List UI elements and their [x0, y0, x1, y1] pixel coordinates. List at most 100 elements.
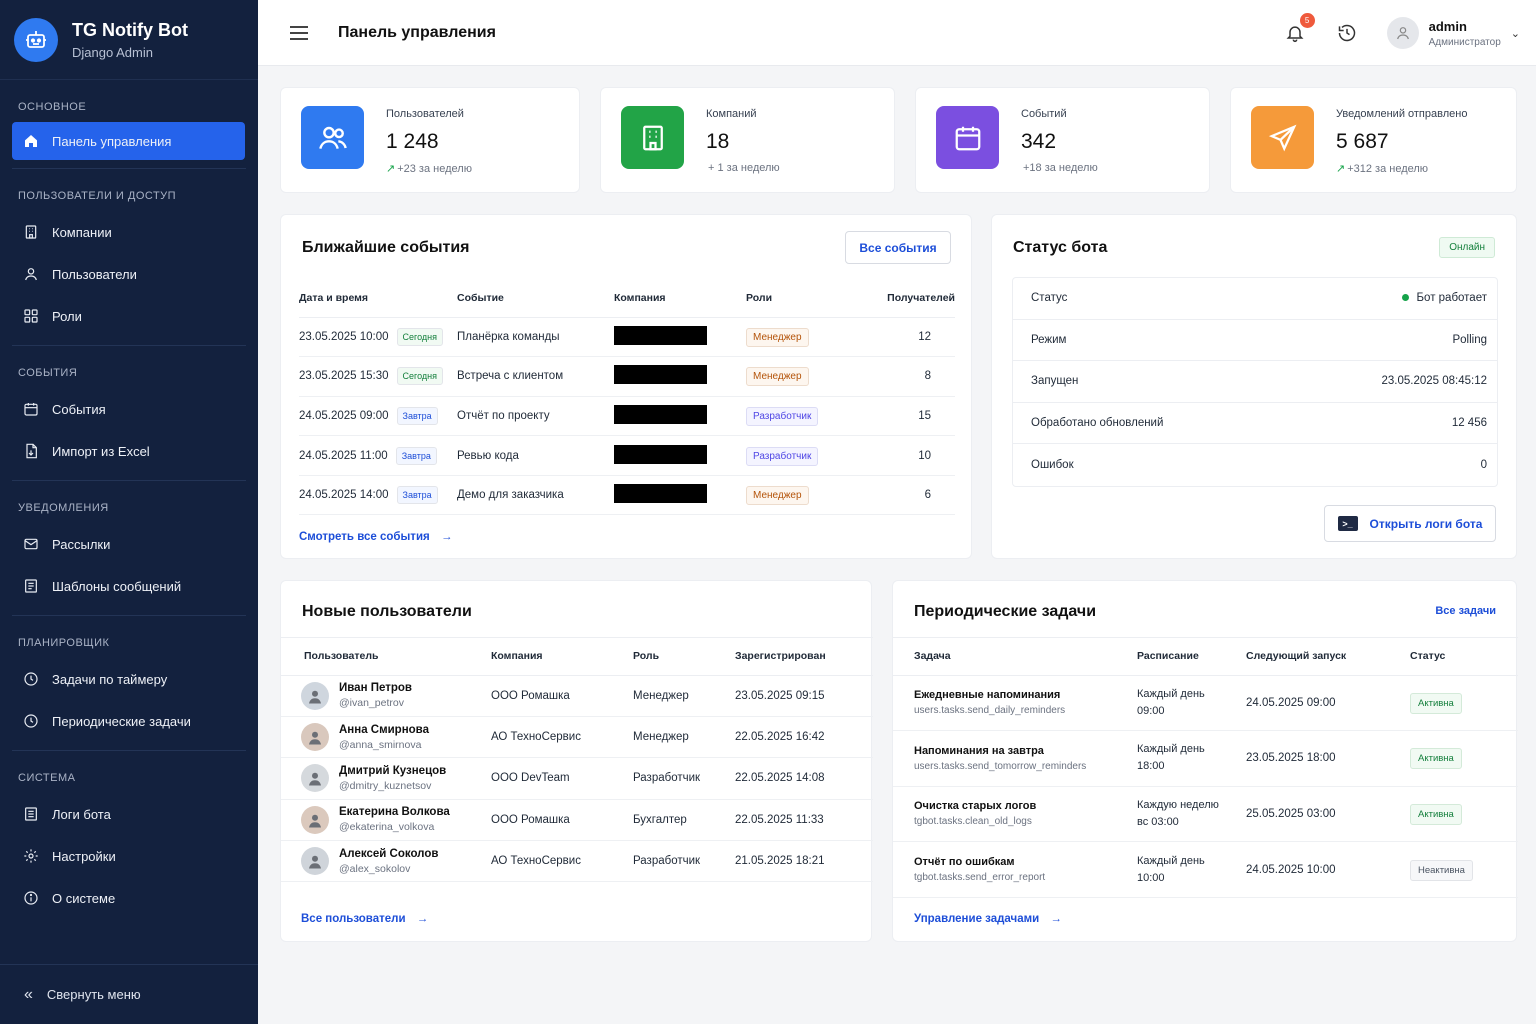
event-company-cell [614, 475, 746, 516]
task-schedule-time: 18:00 [1137, 760, 1165, 773]
all-tasks-link[interactable]: Все задачи [1435, 605, 1496, 617]
table-row[interactable]: Анна Смирнова @anna_smirnova АО ТехноСерв… [281, 716, 873, 759]
task-schedule-cell: Каждый день 10:00 [1137, 841, 1246, 898]
role-badge: Менеджер [746, 486, 809, 506]
all-users-link[interactable]: Все пользователи → [301, 913, 428, 925]
nav-section-title: ОСНОВНОЕ [18, 101, 87, 113]
user-avatar[interactable] [1386, 17, 1419, 49]
brand[interactable]: TG Notify Bot Django Admin [0, 0, 258, 80]
task-schedule-time: 10:00 [1137, 871, 1165, 884]
event-date-cell: 24.05.2025 11:00 Завтра [299, 435, 457, 476]
chevron-down-icon[interactable]: ⌄ [1511, 27, 1520, 40]
user-full-name: Иван Петров [339, 682, 412, 695]
events-title: Ближайшие события [302, 239, 470, 256]
stat-card: Компаний 18 + 1 за неделю [600, 87, 895, 193]
task-path: users.tasks.send_tomorrow_reminders [914, 760, 1087, 772]
nav-divider [12, 168, 246, 169]
table-row[interactable]: Ежедневные напоминания users.tasks.send_… [893, 675, 1518, 732]
brand-title: TG Notify Bot [72, 19, 188, 40]
sidebar-item-label: Импорт из Excel [52, 443, 150, 459]
sidebar-item[interactable]: Панель управления [12, 122, 245, 160]
sidebar-item[interactable]: Настройки [0, 835, 246, 877]
sidebar-item[interactable]: Рассылки [0, 523, 246, 565]
notifications-button[interactable]: 5 [1283, 13, 1315, 45]
user-full-name: Екатерина Волкова [339, 806, 450, 819]
sidebar-item[interactable]: Компании [0, 211, 246, 253]
building-icon [621, 106, 684, 169]
role-badge: Разработчик [746, 406, 819, 426]
sidebar-item[interactable]: Пользователи [0, 253, 246, 295]
task-name: Напоминания на завтра [914, 744, 1044, 757]
sidebar-item-label: Компании [52, 224, 112, 240]
status-badge: Активна [1410, 692, 1462, 714]
user-handle: @alex_sokolov [339, 862, 411, 875]
user-menu[interactable]: admin Администратор [1429, 19, 1501, 48]
events-card: Ближайшие события Все события Дата и вре… [280, 214, 972, 559]
task-schedule-period: Каждый день [1137, 743, 1205, 756]
sidebar-item-label: События [52, 401, 106, 417]
task-schedule-cell: Каждый день 18:00 [1137, 730, 1246, 787]
stat-label: Уведомлений отправлено [1336, 108, 1468, 120]
history-button[interactable] [1335, 21, 1359, 45]
template-icon [22, 577, 40, 595]
status-value: Polling [1452, 333, 1487, 346]
open-bot-logs-button[interactable]: >_ Открыть логи бота [1324, 505, 1496, 542]
manage-tasks-link[interactable]: Управление задачами → [914, 913, 1062, 925]
task-schedule-cell: Каждый день 09:00 [1137, 675, 1246, 732]
tasks-column-header: Статус [1410, 637, 1518, 676]
table-row[interactable]: 23.05.2025 15:30 Сегодня Встреча с клиент… [299, 356, 955, 397]
redacted-company [614, 404, 707, 424]
nav-divider [12, 750, 246, 751]
stat-label: Пользователей [386, 108, 464, 120]
user-icon [1396, 27, 1409, 40]
table-row[interactable]: 23.05.2025 10:00 Сегодня Планёрка команды… [299, 317, 955, 358]
arrow-right-icon: → [1050, 913, 1062, 925]
sidebar-item[interactable]: Периодические задачи [0, 700, 246, 742]
status-value-wrap: Бот работает [1401, 292, 1487, 304]
user-name: admin [1428, 18, 1467, 34]
hamburger-menu-icon[interactable] [290, 25, 308, 40]
grid-icon [22, 307, 40, 325]
new-users-table: Пользователь Компания Роль Зарегистрирован … [281, 637, 873, 883]
table-row[interactable]: Алексей Соколов @alex_sokolov АО ТехноСер… [281, 840, 873, 883]
sidebar-item[interactable]: Шаблоны сообщений [0, 565, 246, 607]
sidebar: TG Notify Bot Django Admin ОСНОВНОЕ Пане… [0, 0, 258, 1024]
table-row[interactable]: Напоминания на завтра users.tasks.send_t… [893, 730, 1518, 787]
table-row[interactable]: Дмитрий Кузнецов @dmitry_kuznetsov ООО De… [281, 757, 873, 800]
event-recipients: 10 [874, 435, 955, 476]
user-cell: Дмитрий Кузнецов @dmitry_kuznetsov [281, 757, 491, 800]
user-registered: 22.05.2025 11:33 [735, 799, 873, 842]
task-schedule-cell: Каждую неделю вс 03:00 [1137, 786, 1246, 843]
table-row[interactable]: 24.05.2025 09:00 Завтра Отчёт по проекту … [299, 396, 955, 437]
sidebar-item[interactable]: Логи бота [0, 793, 246, 835]
event-name: Планёрка команды [457, 317, 614, 358]
event-role-cell: Разработчик [746, 396, 874, 437]
event-role-cell: Менеджер [746, 356, 874, 397]
sidebar-item[interactable]: События [0, 388, 246, 430]
sidebar-item[interactable]: О системе [0, 877, 246, 919]
view-all-events-link[interactable]: Смотреть все события → [299, 531, 452, 543]
open-bot-logs-label: Открыть логи бота [1369, 516, 1483, 531]
table-row[interactable]: Очистка старых логов tgbot.tasks.clean_o… [893, 786, 1518, 843]
event-recipients: 12 [874, 317, 955, 358]
sidebar-item-label: Задачи по таймеру [52, 671, 168, 687]
table-row[interactable]: Иван Петров @ivan_petrov ООО Ромашка Мене… [281, 675, 873, 717]
event-day-tag: Завтра [396, 486, 438, 505]
all-events-button[interactable]: Все события [845, 231, 951, 264]
sidebar-item[interactable]: Роли [0, 295, 246, 337]
task-path: users.tasks.send_daily_reminders [914, 705, 1066, 717]
sidebar-item[interactable]: Импорт из Excel [0, 430, 246, 472]
status-row: Обработано обновлений 12 456 [1013, 403, 1497, 444]
table-row[interactable]: Отчёт по ошибкам tgbot.tasks.send_error_… [893, 841, 1518, 898]
status-value: 23.05.2025 08:45:12 [1381, 375, 1487, 388]
user-cell: Екатерина Волкова @ekaterina_volkova [281, 799, 491, 842]
collapse-menu-button[interactable]: « Свернуть меню [0, 964, 258, 1024]
table-row[interactable]: 24.05.2025 14:00 Завтра Демо для заказчик… [299, 475, 955, 516]
table-row[interactable]: 24.05.2025 11:00 Завтра Ревью кода Разраб… [299, 435, 955, 476]
event-company-cell [614, 396, 746, 437]
sidebar-item[interactable]: Задачи по таймеру [0, 658, 246, 700]
event-date-cell: 23.05.2025 10:00 Сегодня [299, 317, 457, 358]
avatar [301, 847, 329, 876]
status-label: Статус [1031, 292, 1068, 305]
table-row[interactable]: Екатерина Волкова @ekaterina_volkova ООО … [281, 799, 873, 842]
